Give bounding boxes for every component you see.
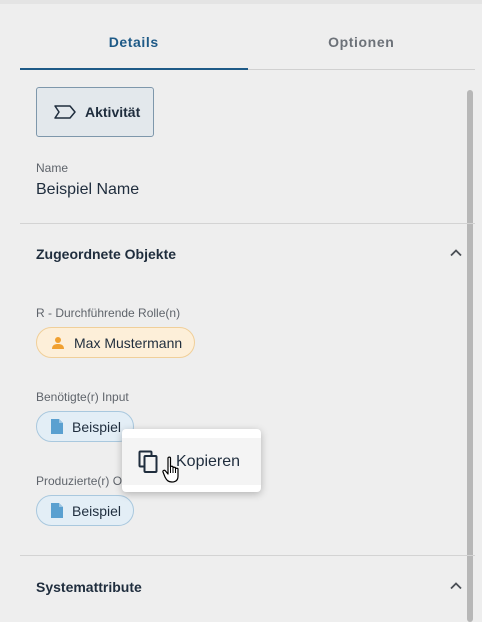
name-value: Beispiel Name — [36, 181, 140, 198]
tab-optionen[interactable]: Optionen — [248, 22, 476, 69]
scrollbar-thumb[interactable] — [467, 90, 473, 622]
inputs-label: Benötigte(r) Input — [36, 390, 129, 404]
hand-cursor-icon — [162, 456, 182, 489]
divider — [20, 555, 475, 556]
top-strip — [0, 0, 482, 4]
divider — [20, 223, 475, 224]
copy-menu-item[interactable]: Kopieren — [122, 438, 261, 485]
activity-tag-icon — [53, 104, 77, 120]
input-chip[interactable]: Beispiel — [36, 411, 135, 442]
document-icon — [51, 503, 63, 518]
output-chip-label: Beispiel — [72, 502, 122, 519]
copy-icon — [138, 450, 160, 474]
tab-details[interactable]: Details — [20, 22, 248, 70]
chevron-up-icon[interactable] — [449, 579, 463, 593]
output-chip[interactable]: Beispiel — [36, 495, 135, 526]
chevron-up-icon[interactable] — [449, 246, 463, 260]
document-icon — [51, 419, 63, 434]
tab-bar: Details Optionen — [20, 22, 475, 70]
section-title-assigned-objects: Zugeordnete Objekte — [36, 246, 177, 262]
copy-menu-label: Kopieren — [176, 452, 241, 470]
roles-label: R - Durchführende Rolle(n) — [36, 306, 181, 320]
input-chip-label: Beispiel — [72, 418, 122, 435]
name-label: Name — [36, 161, 69, 175]
activity-type-button[interactable]: Aktivität — [36, 87, 154, 137]
activity-type-label: Aktivität — [85, 104, 141, 120]
role-chip[interactable]: Max Mustermann — [36, 327, 196, 358]
context-menu: Kopieren — [122, 429, 261, 492]
role-chip-label: Max Mustermann — [74, 334, 183, 351]
section-title-system-attributes: Systemattribute — [36, 579, 142, 595]
person-icon — [51, 336, 65, 350]
